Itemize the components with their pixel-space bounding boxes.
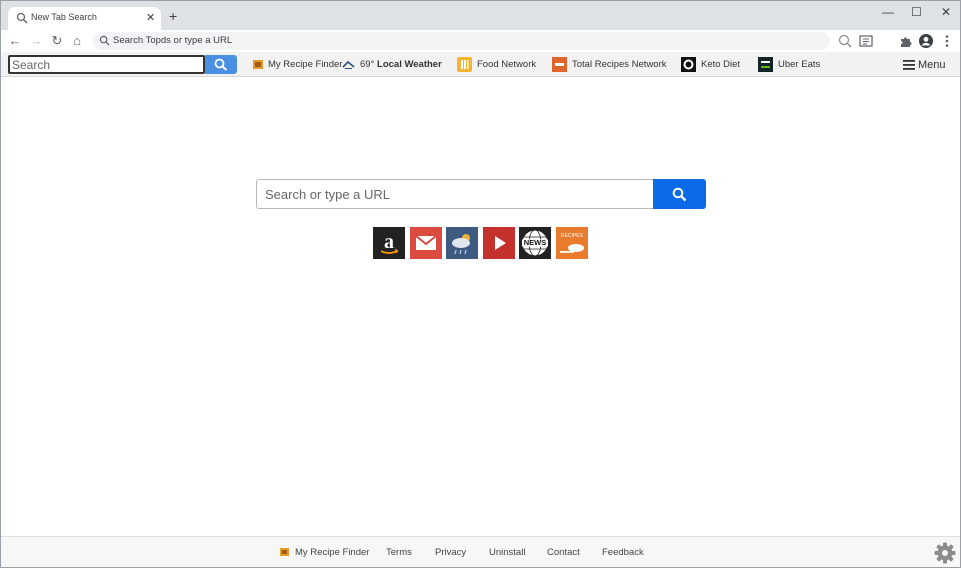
maximize-button[interactable]: ☐ (911, 4, 922, 20)
uber-eats-icon (758, 57, 773, 72)
food-network-icon (457, 57, 472, 72)
forward-button[interactable]: → (28, 33, 44, 49)
weather-icon (342, 61, 355, 70)
search-icon (214, 58, 228, 71)
reader-mode-icon[interactable] (858, 33, 874, 49)
footer-link-contact[interactable]: Contact (547, 547, 580, 559)
ext-link-food-network[interactable]: Food Network (457, 57, 536, 73)
ext-link-label: Total Recipes Network (572, 59, 667, 71)
news-icon[interactable]: NEWS (519, 227, 551, 259)
search-icon (16, 12, 28, 24)
zoom-icon[interactable] (837, 33, 853, 49)
total-recipes-icon (552, 57, 567, 72)
ext-link-label: Uber Eats (778, 59, 821, 71)
svg-text:a: a (384, 231, 394, 253)
ext-link-uber-eats[interactable]: Uber Eats (758, 57, 820, 73)
plate-spoon-icon (560, 244, 584, 253)
footer-link-my-recipe-finder[interactable]: My Recipe Finder (280, 547, 369, 559)
tab-title: New Tab Search (31, 12, 97, 22)
keto-diet-icon (681, 57, 696, 72)
ext-search-button[interactable] (205, 55, 237, 74)
tab-new-tab-search[interactable]: New Tab Search ✕ (8, 7, 161, 30)
ext-weather-temp: 69° (360, 59, 375, 70)
footer-link-uninstall[interactable]: Uninstall (489, 547, 525, 559)
ext-link-label: Food Network (477, 59, 537, 71)
main-search-button[interactable] (653, 179, 706, 209)
address-bar-text: Search Topds or type a URL (113, 35, 233, 46)
gear-icon[interactable] (934, 542, 956, 564)
footer-link-privacy[interactable]: Privacy (435, 547, 466, 559)
ext-link-label: Keto Diet (701, 59, 741, 71)
footer-link-label: My Recipe Finder (295, 547, 370, 558)
ext-link-my-recipe-finder[interactable]: My Recipe Finder (253, 57, 342, 73)
ext-link-keto-diet[interactable]: Keto Diet (681, 57, 740, 73)
more-menu-icon[interactable] (939, 33, 955, 49)
youtube-icon[interactable] (483, 227, 515, 259)
close-window-button[interactable]: ✕ (941, 4, 951, 20)
search-icon (672, 187, 687, 202)
ext-link-label: My Recipe Finder (268, 59, 343, 70)
amazon-icon[interactable]: a (373, 227, 405, 259)
reload-button[interactable]: ↻ (49, 33, 65, 49)
tab-strip: New Tab Search ✕ + — ☐ ✕ (1, 1, 960, 30)
extensions-puzzle-icon[interactable] (898, 33, 914, 49)
main-search-input[interactable] (256, 179, 653, 209)
minimize-button[interactable]: — (882, 4, 894, 20)
home-button[interactable]: ⌂ (69, 33, 85, 49)
recipes-icon[interactable]: RECIPES (556, 227, 588, 259)
recipe-finder-icon (280, 548, 289, 557)
hamburger-icon (903, 60, 915, 70)
ext-menu-label: Menu (918, 59, 946, 71)
profile-avatar-icon[interactable] (918, 33, 934, 49)
news-tile-text: NEWS (523, 238, 547, 247)
new-tab-button[interactable]: + (169, 8, 177, 24)
browser-toolbar: ← → ↻ ⌂ Search Topds or type a URL (1, 30, 960, 52)
page-footer: My Recipe Finder Terms Privacy Uninstall… (1, 536, 960, 567)
tab-close-icon[interactable]: ✕ (146, 11, 155, 25)
ext-link-total-recipes-network[interactable]: Total Recipes Network (552, 57, 667, 73)
search-icon (99, 35, 110, 46)
main-search-box (256, 179, 706, 209)
ext-search-input[interactable] (8, 55, 205, 74)
ext-menu-button[interactable]: Menu (903, 57, 946, 73)
footer-link-feedback[interactable]: Feedback (602, 547, 644, 559)
back-button[interactable]: ← (7, 33, 23, 49)
ext-link-local-weather[interactable]: 69° Local Weather (342, 57, 442, 73)
footer-link-terms[interactable]: Terms (386, 547, 412, 559)
recipe-finder-icon (253, 59, 263, 69)
ext-link-label: Local Weather (377, 59, 442, 70)
extension-toolbar: My Recipe Finder 69° Local Weather Food … (1, 52, 960, 77)
address-bar[interactable]: Search Topds or type a URL (93, 32, 830, 50)
gmail-icon[interactable] (410, 227, 442, 259)
weather-tile-icon[interactable] (446, 227, 478, 259)
browser-window: New Tab Search ✕ + — ☐ ✕ ← → ↻ ⌂ Search … (0, 0, 961, 568)
